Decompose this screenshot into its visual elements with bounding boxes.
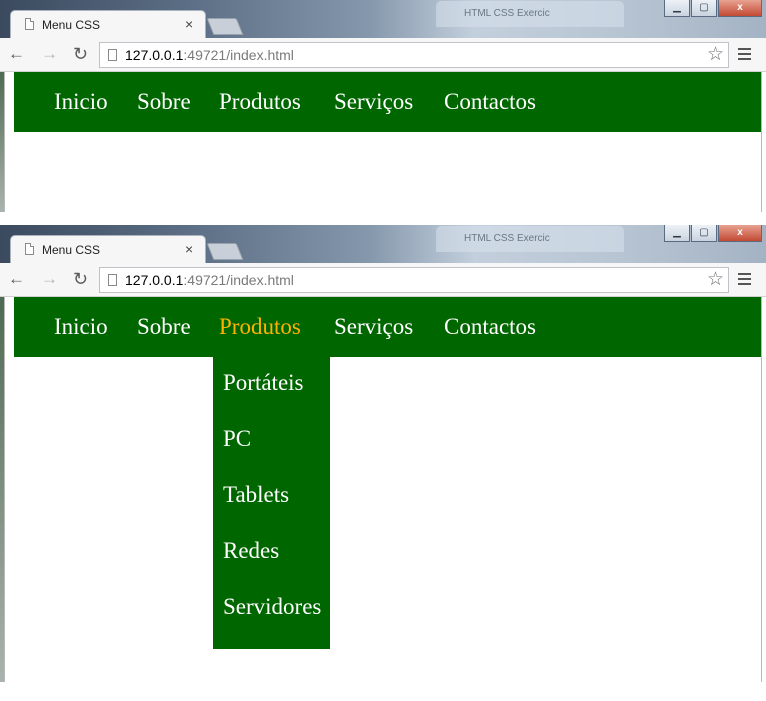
url-host: 127.0.0.1 [125, 272, 184, 288]
new-tab-button[interactable] [206, 243, 244, 260]
forward-arrow-icon[interactable]: → [41, 268, 58, 290]
close-window-button[interactable]: x [718, 225, 762, 242]
menu-item-produtos[interactable]: Produtos [219, 72, 301, 132]
menu-item-sobre[interactable]: Sobre [137, 72, 191, 132]
menu-item-sobre[interactable]: Sobre [137, 297, 191, 357]
bookmark-star-icon[interactable]: ☆ [707, 44, 724, 66]
submenu-item-portateis[interactable]: Portáteis [223, 363, 304, 403]
browser-tab[interactable]: Menu CSS × [10, 10, 206, 39]
tab-close-icon[interactable]: × [185, 241, 193, 257]
minimize-button[interactable]: ▁ [664, 225, 690, 242]
menu-item-contactos[interactable]: Contactos [444, 72, 536, 132]
forward-arrow-icon[interactable]: → [41, 43, 58, 65]
hamburger-menu-icon[interactable] [738, 48, 751, 60]
reload-icon[interactable]: ↻ [73, 43, 88, 65]
back-arrow-icon[interactable]: ← [8, 43, 25, 65]
page-icon [25, 243, 34, 255]
submenu-item-pc[interactable]: PC [223, 419, 251, 459]
browser-toolbar: ← → ↻ 127.0.0.1:49721/index.html ☆ [0, 263, 766, 297]
url-host: 127.0.0.1 [125, 47, 184, 63]
browser-tab[interactable]: Menu CSS × [10, 235, 206, 264]
browser-window-2: HTML CSS Exercic ▁ ▢ x Menu CSS × ← → ↻ … [0, 225, 766, 682]
menu-item-produtos[interactable]: Produtos [219, 297, 301, 357]
url-text[interactable]: 127.0.0.1:49721/index.html [125, 47, 294, 63]
submenu-item-tablets[interactable]: Tablets [223, 475, 289, 515]
browser-window-1: HTML CSS Exercic ▁ ▢ x Menu CSS × ← → ↻ … [0, 0, 766, 212]
minimize-button[interactable]: ▁ [664, 0, 690, 17]
menu-item-contactos[interactable]: Contactos [444, 297, 536, 357]
tab-title: Menu CSS [42, 243, 101, 257]
tab-title: Menu CSS [42, 18, 101, 32]
bookmark-star-icon[interactable]: ☆ [707, 269, 724, 291]
menu-item-servicos[interactable]: Serviços [334, 297, 413, 357]
close-window-button[interactable]: x [718, 0, 762, 17]
url-text[interactable]: 127.0.0.1:49721/index.html [125, 272, 294, 288]
maximize-button[interactable]: ▢ [691, 0, 717, 17]
submenu-item-redes[interactable]: Redes [223, 531, 279, 571]
background-tab[interactable]: HTML CSS Exercic [436, 226, 624, 252]
submenu-item-servidores[interactable]: Servidores [223, 587, 321, 627]
menu-item-servicos[interactable]: Serviços [334, 72, 413, 132]
tab-close-icon[interactable]: × [185, 16, 193, 32]
window-controls: ▁ ▢ x [664, 0, 762, 18]
reload-icon[interactable]: ↻ [73, 268, 88, 290]
hamburger-menu-icon[interactable] [738, 273, 751, 285]
url-path: :49721/index.html [183, 47, 294, 63]
new-tab-button[interactable] [206, 18, 244, 35]
produtos-submenu: Portáteis PC Tablets Redes Servidores [213, 357, 330, 649]
back-arrow-icon[interactable]: ← [8, 268, 25, 290]
url-path: :49721/index.html [183, 272, 294, 288]
maximize-button[interactable]: ▢ [691, 225, 717, 242]
main-menu: Inicio Sobre Produtos Serviços Contactos [14, 72, 761, 132]
window-controls: ▁ ▢ x [664, 225, 762, 243]
page-viewport: Inicio Sobre Produtos Serviços Contactos… [4, 297, 762, 682]
menu-item-inicio[interactable]: Inicio [54, 297, 108, 357]
page-icon [25, 18, 34, 30]
address-bar[interactable]: 127.0.0.1:49721/index.html ☆ [99, 42, 729, 68]
background-tab[interactable]: HTML CSS Exercic [436, 1, 624, 27]
main-menu: Inicio Sobre Produtos Serviços Contactos [14, 297, 761, 357]
menu-item-inicio[interactable]: Inicio [54, 72, 108, 132]
address-bar[interactable]: 127.0.0.1:49721/index.html ☆ [99, 267, 729, 293]
page-icon [108, 274, 117, 286]
page-icon [108, 49, 117, 61]
browser-toolbar: ← → ↻ 127.0.0.1:49721/index.html ☆ [0, 38, 766, 72]
page-viewport: Inicio Sobre Produtos Serviços Contactos [4, 72, 762, 212]
